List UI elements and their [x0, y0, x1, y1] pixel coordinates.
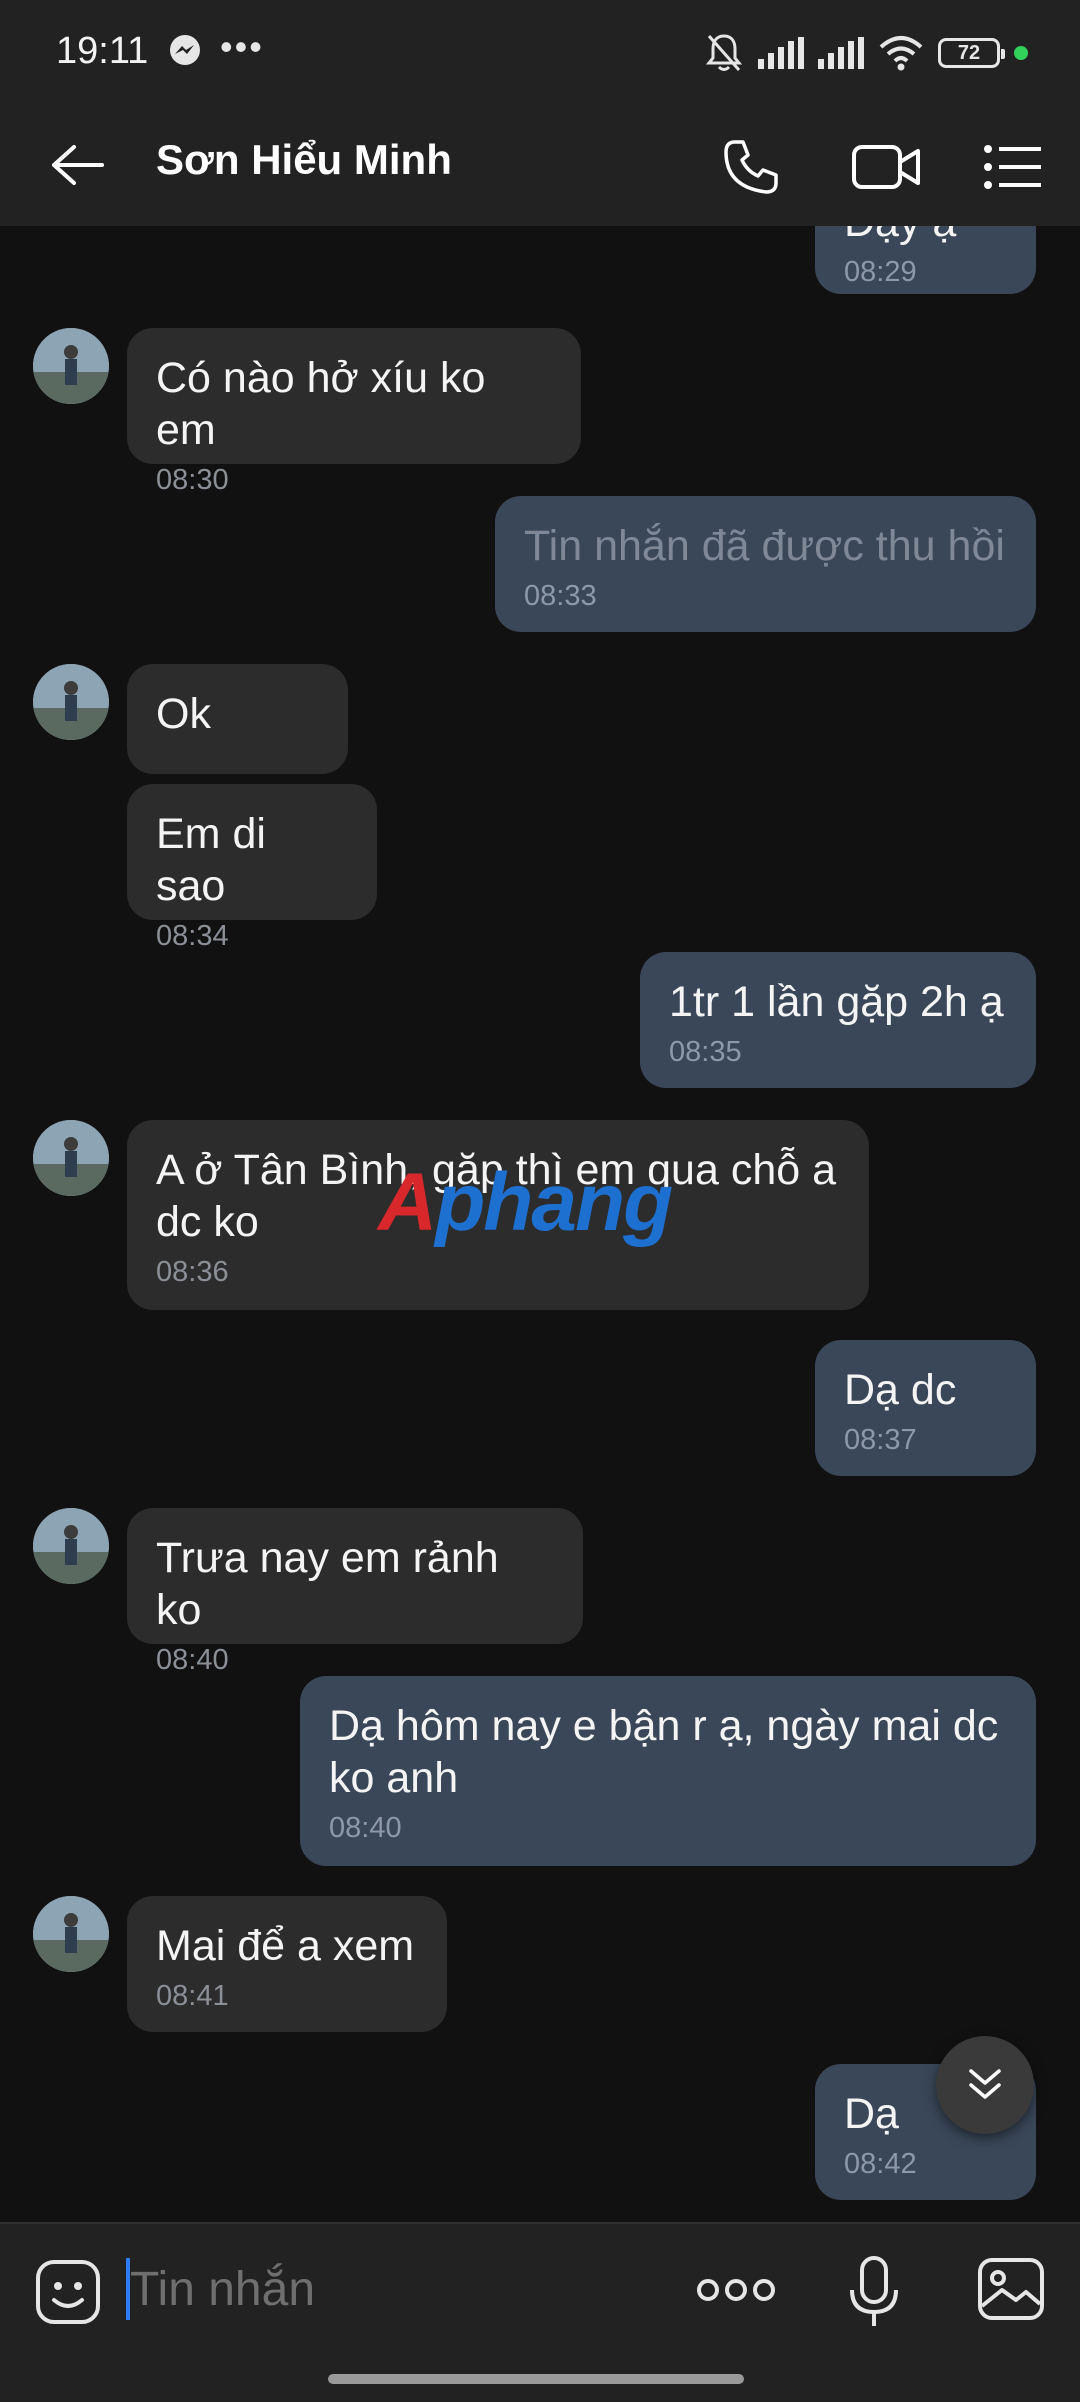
message-time: 08:42 — [844, 2148, 917, 2180]
voice-call-button[interactable] — [716, 132, 786, 202]
status-time: 19:11 — [56, 30, 149, 72]
contact-avatar[interactable] — [33, 1896, 109, 1972]
scroll-to-bottom-button[interactable] — [936, 2036, 1034, 2134]
status-bar: 19:11 ••• 72 — [0, 0, 1080, 108]
message-text: Trưa nay em rảnh ko — [156, 1534, 511, 1634]
message-text: Dạy ạ — [844, 226, 1006, 248]
chat-header: Sơn Hiểu Minh — [0, 108, 1080, 228]
message-time: 08:30 — [156, 464, 229, 496]
message-bubble-outgoing[interactable]: Dạy ạ 08:29 — [815, 226, 1036, 294]
avatar-photo — [33, 1508, 109, 1584]
message-bubble-incoming[interactable]: Mai để a xem 08:41 — [127, 1896, 447, 2032]
signal-icon-2 — [818, 37, 864, 69]
message-text: Dạ hôm nay e bận r ạ, ngày mai dc ko anh — [329, 1702, 1011, 1802]
message-list[interactable]: Dạy ạ 08:29 Có nào hở xíu ko em 08:30 Ti… — [0, 226, 1080, 2222]
video-call-button[interactable] — [848, 132, 924, 202]
image-gallery-icon[interactable] — [976, 2256, 1046, 2322]
message-text: Em di sao — [156, 810, 278, 910]
more-notifications-icon: ••• — [220, 26, 264, 67]
message-text: 1tr 1 lần gặp 2h ạ — [669, 978, 1004, 1026]
back-button[interactable] — [44, 132, 110, 198]
message-bubble-incoming[interactable]: Trưa nay em rảnh ko 08:40 — [127, 1508, 583, 1676]
message-time: 08:35 — [669, 1036, 742, 1068]
avatar-photo — [33, 1120, 109, 1196]
microphone-icon[interactable] — [846, 2254, 902, 2330]
messenger-icon — [170, 35, 200, 65]
message-bubble-incoming[interactable]: Em di sao 08:34 — [127, 784, 377, 952]
battery-icon: 72 — [938, 38, 1005, 68]
chat-options-button[interactable] — [978, 132, 1048, 202]
home-indicator[interactable] — [328, 2374, 744, 2384]
emoji-sticker-icon[interactable] — [34, 2258, 102, 2326]
message-bubble-outgoing[interactable]: Dạ hôm nay e bận r ạ, ngày mai dc ko anh… — [300, 1676, 1036, 1866]
message-bubble-outgoing[interactable]: Dạ dc 08:37 — [815, 1340, 1036, 1476]
contact-avatar[interactable] — [33, 664, 109, 740]
message-text: Ok — [156, 690, 211, 738]
contact-avatar[interactable] — [33, 1120, 109, 1196]
message-time: 08:29 — [844, 256, 917, 288]
message-time: 08:40 — [156, 1644, 229, 1676]
message-text: Dạ dc — [844, 1366, 957, 1414]
message-input[interactable] — [130, 2254, 650, 2324]
message-text: Có nào hở xíu ko em — [156, 354, 498, 454]
message-bubble-outgoing[interactable]: 1tr 1 lần gặp 2h ạ 08:35 — [640, 952, 1036, 1088]
list-menu-icon — [984, 145, 1041, 189]
status-icons: 72 — [704, 30, 1028, 76]
video-camera-icon — [852, 145, 920, 189]
contact-name[interactable]: Sơn Hiểu Minh — [156, 136, 452, 184]
signal-icon — [758, 37, 804, 69]
privacy-indicator-dot — [1014, 46, 1028, 60]
double-chevron-down-icon — [969, 2069, 1001, 2099]
watermark-logo: Aphang — [378, 1157, 673, 1248]
message-time: 08:37 — [844, 1424, 917, 1456]
message-time: 08:33 — [524, 580, 597, 612]
message-bubble-incoming[interactable]: Có nào hở xíu ko em 08:30 — [127, 328, 581, 496]
battery-level: 72 — [957, 41, 981, 64]
avatar-photo — [33, 328, 109, 404]
bell-muted-icon — [705, 34, 743, 71]
message-bubble-recalled[interactable]: Tin nhắn đã được thu hồi 08:33 — [495, 496, 1036, 632]
avatar-photo — [33, 664, 109, 740]
message-time: 08:40 — [329, 1812, 402, 1844]
more-options-icon[interactable] — [696, 2270, 776, 2310]
message-time: 08:41 — [156, 1980, 229, 2012]
message-text: Mai để a xem — [156, 1922, 415, 1970]
back-arrow-icon — [52, 145, 104, 185]
contact-avatar[interactable] — [33, 328, 109, 404]
phone-icon — [724, 140, 778, 194]
message-time: 08:34 — [156, 920, 229, 952]
wifi-icon — [879, 36, 923, 71]
message-text: Tin nhắn đã được thu hồi — [524, 522, 1005, 570]
message-time: 08:36 — [156, 1256, 229, 1288]
message-bubble-incoming[interactable]: Ok — [127, 664, 348, 774]
avatar-photo — [33, 1896, 109, 1972]
contact-avatar[interactable] — [33, 1508, 109, 1584]
